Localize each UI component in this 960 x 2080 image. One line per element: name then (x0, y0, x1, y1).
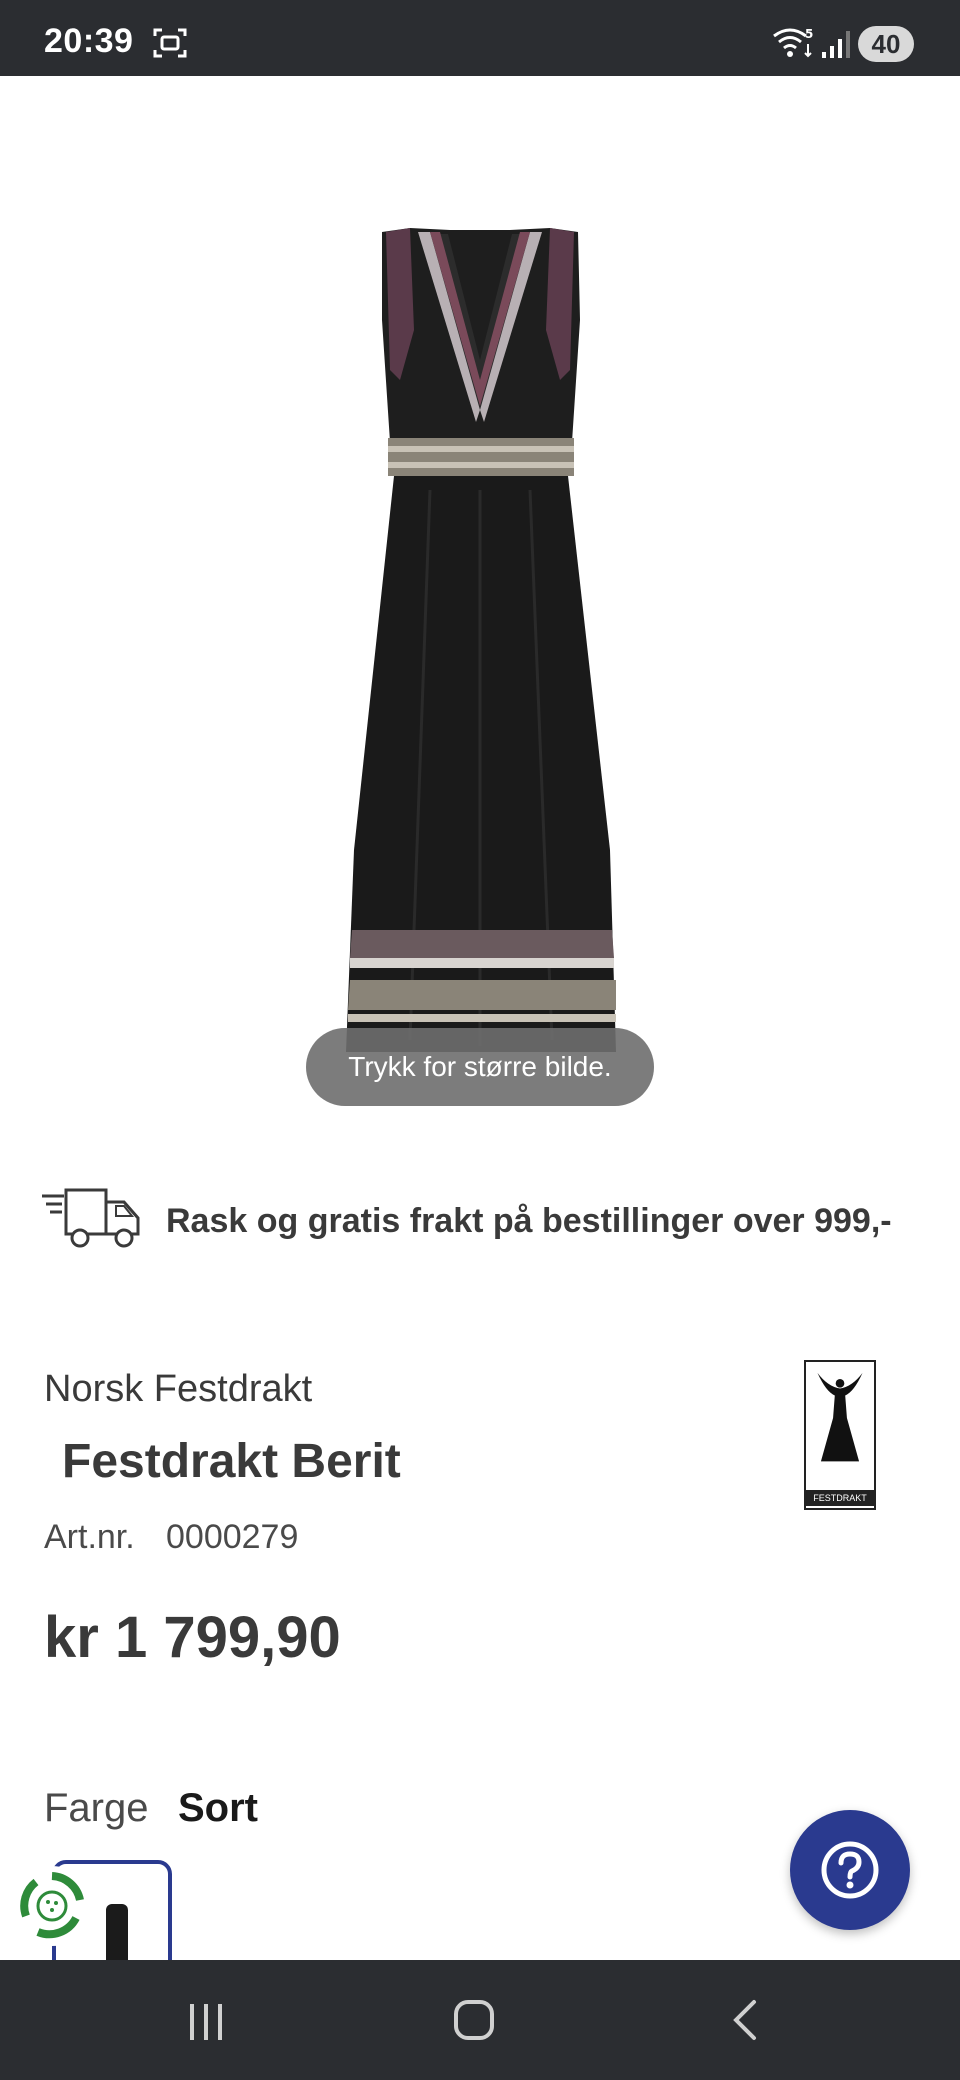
wifi-icon: 5 (773, 27, 813, 58)
help-button[interactable] (790, 1810, 910, 1930)
battery-icon: 40 (858, 26, 914, 62)
screen-record-icon (153, 28, 187, 58)
product-image[interactable] (290, 210, 670, 1110)
shipping-info: Rask og gratis frakt på bestillinger ove… (40, 1180, 940, 1280)
recent-apps-icon[interactable] (184, 2000, 228, 2044)
svg-text:5: 5 (805, 27, 813, 41)
enlarge-image-hint[interactable]: Trykk for større bilde. (306, 1028, 654, 1106)
status-bar: 20:39 5 40 (0, 0, 960, 76)
status-time: 20:39 (44, 22, 134, 60)
brand-logo-text: FESTDRAKT (806, 1490, 874, 1506)
signal-icon (822, 31, 850, 58)
question-icon (821, 1841, 879, 1899)
color-label: Farge (44, 1786, 149, 1830)
recycle-icon[interactable] (12, 1866, 92, 1946)
brand-logo[interactable]: FESTDRAKT (804, 1360, 876, 1510)
article-number-label: Art.nr. (44, 1518, 135, 1556)
shipping-text: Rask og gratis frakt på bestillinger ove… (166, 1202, 892, 1240)
navigation-bar (0, 1960, 960, 2080)
article-number-value: 0000279 (166, 1518, 299, 1556)
back-icon[interactable] (726, 1998, 766, 2042)
truck-icon (42, 1188, 140, 1248)
brand-name[interactable]: Norsk Festdrakt (44, 1368, 312, 1411)
product-price: kr 1 799,90 (44, 1605, 341, 1670)
home-icon[interactable] (452, 1998, 496, 2042)
product-title: Festdrakt Berit (62, 1435, 401, 1488)
color-value: Sort (178, 1786, 258, 1830)
dress-silhouette-icon (817, 1372, 863, 1462)
